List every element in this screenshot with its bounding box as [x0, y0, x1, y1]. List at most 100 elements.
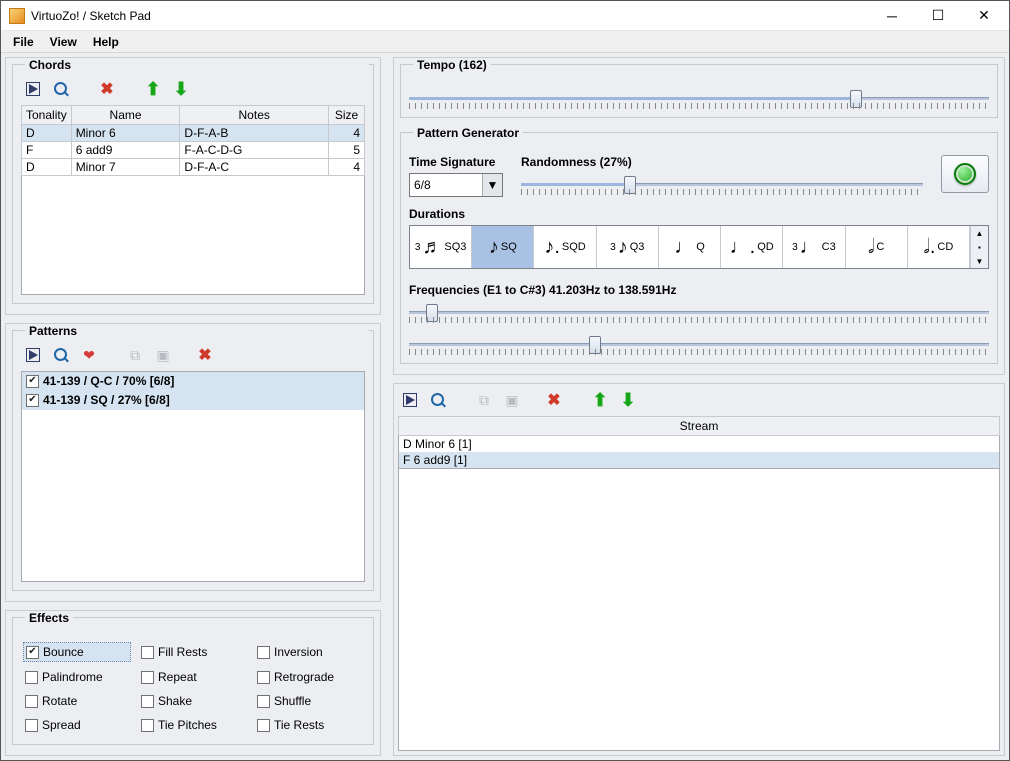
checkbox[interactable] [25, 719, 38, 732]
table-row[interactable]: D Minor 7 D-F-A-C 4 [22, 159, 365, 176]
move-up-button[interactable]: ⬆ [590, 390, 610, 410]
patterns-toolbar: ❤ ⧉ ▣ ✖ [21, 343, 365, 371]
effect-shake[interactable]: Shake [139, 692, 247, 710]
checkbox[interactable] [26, 646, 39, 659]
delete-button[interactable]: ✖ [97, 79, 117, 99]
effect-tie-pitches[interactable]: Tie Pitches [139, 716, 247, 734]
effect-rotate[interactable]: Rotate [23, 692, 131, 710]
chords-table[interactable]: Tonality Name Notes Size D Minor 6 D-F-A… [21, 105, 365, 176]
paste-button[interactable]: ▣ [502, 390, 522, 410]
play-button[interactable] [23, 79, 43, 99]
duration-sq[interactable]: ♪SQ [472, 226, 534, 268]
effect-inversion[interactable]: Inversion [255, 642, 363, 662]
duration-sqd[interactable]: ♪.SQD [534, 226, 596, 268]
menu-help[interactable]: Help [85, 32, 127, 52]
duration-c[interactable]: 𝅗𝅥C [846, 226, 908, 268]
durations-strip[interactable]: 3♬SQ3♪SQ♪.SQD3♪Q3♩Q♩.QD3♩C3𝅗𝅥C𝅗𝅥.CD▲▪▼ [409, 225, 989, 269]
checkbox[interactable] [141, 671, 154, 684]
spin-up[interactable]: ▲ [971, 226, 988, 240]
th-notes[interactable]: Notes [180, 106, 329, 125]
duration-code: SQ3 [444, 241, 466, 253]
heart-icon[interactable]: ❤ [79, 345, 99, 365]
note-icon: 𝅗𝅥 [868, 237, 874, 257]
spin-down[interactable]: ▼ [971, 254, 988, 268]
th-stream[interactable]: Stream [399, 417, 1000, 436]
checkbox[interactable] [141, 695, 154, 708]
menu-view[interactable]: View [42, 32, 85, 52]
chords-toolbar: ✖ ⬆ ⬇ [21, 77, 365, 105]
minimize-button[interactable]: ─ [869, 1, 915, 30]
duration-c3[interactable]: 3♩C3 [783, 226, 845, 268]
list-item[interactable]: 41-139 / Q-C / 70% [6/8] [22, 372, 364, 391]
stream-toolbar: ⧉ ▣ ✖ ⬆ ⬇ [398, 388, 1000, 416]
tempo-label: Tempo (162) [413, 58, 491, 72]
effect-fill-rests[interactable]: Fill Rests [139, 642, 247, 662]
search-icon[interactable] [51, 79, 71, 99]
effect-label: Repeat [158, 670, 197, 684]
spin-mid[interactable]: ▪ [971, 240, 988, 254]
effect-spread[interactable]: Spread [23, 716, 131, 734]
checkbox[interactable] [25, 671, 38, 684]
right-top-pane: Tempo (162) Pattern Generator Time Signa… [393, 57, 1005, 375]
checkbox[interactable] [257, 695, 270, 708]
effect-retrograde[interactable]: Retrograde [255, 668, 363, 686]
randomness-label: Randomness (27%) [521, 155, 923, 169]
th-size[interactable]: Size [329, 106, 365, 125]
copy-button[interactable]: ⧉ [125, 345, 145, 365]
pg-legend: Pattern Generator [413, 126, 523, 140]
effect-repeat[interactable]: Repeat [139, 668, 247, 686]
delete-button[interactable]: ✖ [195, 345, 215, 365]
duration-cd[interactable]: 𝅗𝅥.CD [908, 226, 970, 268]
checkbox[interactable] [25, 695, 38, 708]
randomness-slider[interactable] [521, 173, 923, 195]
maximize-button[interactable]: ☐ [915, 1, 961, 30]
play-button[interactable] [23, 345, 43, 365]
note-icon: ♪ [618, 237, 628, 257]
note-icon: ♪. [544, 237, 560, 257]
checkbox[interactable] [141, 646, 154, 659]
search-icon[interactable] [428, 390, 448, 410]
search-icon[interactable] [51, 345, 71, 365]
tempo-slider[interactable] [409, 87, 989, 109]
play-button[interactable] [400, 390, 420, 410]
th-tonality[interactable]: Tonality [22, 106, 72, 125]
copy-button[interactable]: ⧉ [474, 390, 494, 410]
checkbox[interactable] [26, 394, 39, 407]
checkbox[interactable] [257, 671, 270, 684]
effect-tie-rests[interactable]: Tie Rests [255, 716, 363, 734]
move-up-button[interactable]: ⬆ [143, 79, 163, 99]
effect-shuffle[interactable]: Shuffle [255, 692, 363, 710]
delete-button[interactable]: ✖ [544, 390, 564, 410]
generate-button[interactable] [941, 155, 989, 193]
list-item[interactable]: 41-139 / SQ / 27% [6/8] [22, 391, 364, 410]
checkbox[interactable] [141, 719, 154, 732]
checkbox[interactable] [26, 375, 39, 388]
effect-bounce[interactable]: Bounce [23, 642, 131, 662]
table-row[interactable]: D Minor 6 [1] [399, 436, 1000, 453]
move-down-button[interactable]: ⬇ [618, 390, 638, 410]
close-button[interactable]: ✕ [961, 1, 1007, 30]
th-name[interactable]: Name [71, 106, 180, 125]
time-signature-select[interactable]: 6/8 ▼ [409, 173, 503, 197]
chevron-down-icon[interactable]: ▼ [482, 174, 502, 196]
table-row[interactable]: D Minor 6 D-F-A-B 4 [22, 125, 365, 142]
menu-file[interactable]: File [5, 32, 42, 52]
freq-high-slider[interactable] [409, 333, 989, 355]
freq-low-slider[interactable] [409, 301, 989, 323]
duration-q3[interactable]: 3♪Q3 [597, 226, 659, 268]
effects-pane: Effects BounceFill RestsInversionPalindr… [5, 610, 381, 756]
table-row[interactable]: F 6 add9 [1] [399, 452, 1000, 469]
checkbox[interactable] [257, 719, 270, 732]
move-down-button[interactable]: ⬇ [171, 79, 191, 99]
duration-sq3[interactable]: 3♬SQ3 [410, 226, 472, 268]
duration-q[interactable]: ♩Q [659, 226, 721, 268]
table-row[interactable]: F 6 add9 F-A-C-D-G 5 [22, 142, 365, 159]
stream-table[interactable]: Stream D Minor 6 [1] F 6 add9 [1] [398, 416, 1000, 469]
note-icon: ♩ [800, 237, 820, 257]
paste-button[interactable]: ▣ [153, 345, 173, 365]
checkbox[interactable] [257, 646, 270, 659]
effect-palindrome[interactable]: Palindrome [23, 668, 131, 686]
patterns-list[interactable]: 41-139 / Q-C / 70% [6/8] 41-139 / SQ / 2… [21, 371, 365, 582]
duration-qd[interactable]: ♩.QD [721, 226, 783, 268]
patterns-legend: Patterns [25, 324, 369, 338]
